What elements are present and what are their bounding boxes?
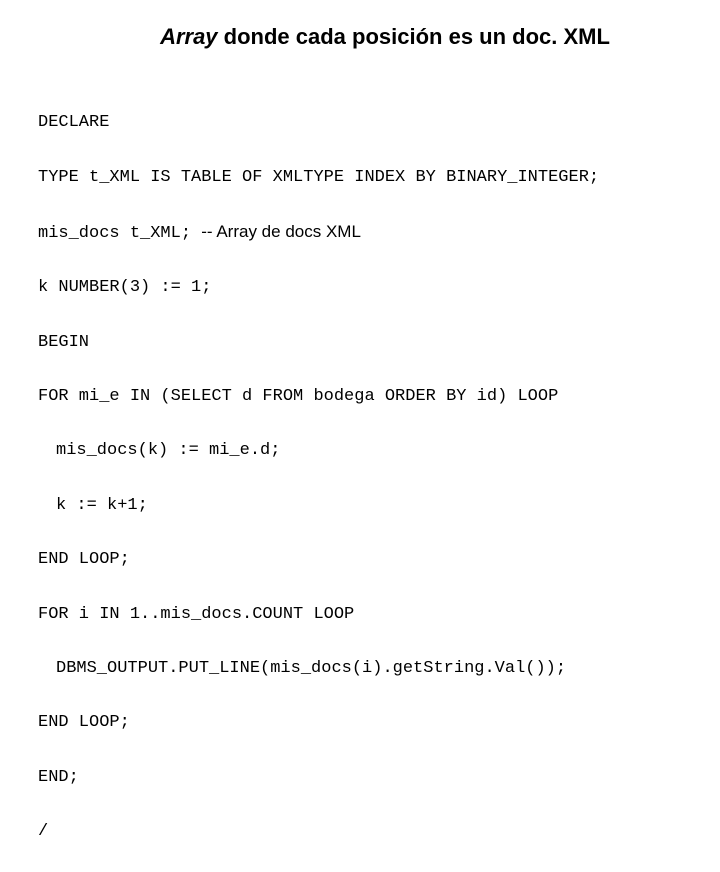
- code-line: mis_docs(k) := mi_e.d;: [38, 437, 682, 464]
- code-line: DBMS_OUTPUT.PUT_LINE(mis_docs(i).getStri…: [38, 655, 682, 682]
- code-line: mis_docs t_XML; -- Array de docs XML: [38, 218, 682, 247]
- code-line: END LOOP;: [38, 709, 682, 736]
- code-comment: -- Array de docs XML: [201, 222, 361, 241]
- code-line: END;: [38, 764, 682, 791]
- code-line: k NUMBER(3) := 1;: [38, 274, 682, 301]
- code-block: DECLARE TYPE t_XML IS TABLE OF XMLTYPE I…: [38, 82, 682, 872]
- code-line: /: [38, 818, 682, 845]
- code-line: FOR i IN 1..mis_docs.COUNT LOOP: [38, 601, 682, 628]
- title-italic: Array: [160, 24, 217, 49]
- code-line: BEGIN: [38, 329, 682, 356]
- code-line: END LOOP;: [38, 546, 682, 573]
- code-line: TYPE t_XML IS TABLE OF XMLTYPE INDEX BY …: [38, 164, 682, 191]
- title-rest: donde cada posición es un doc. XML: [218, 24, 610, 49]
- code-line: DECLARE: [38, 109, 682, 136]
- code-line: FOR mi_e IN (SELECT d FROM bodega ORDER …: [38, 383, 682, 410]
- code-line: k := k+1;: [38, 492, 682, 519]
- slide-title: Array donde cada posición es un doc. XML: [38, 24, 682, 50]
